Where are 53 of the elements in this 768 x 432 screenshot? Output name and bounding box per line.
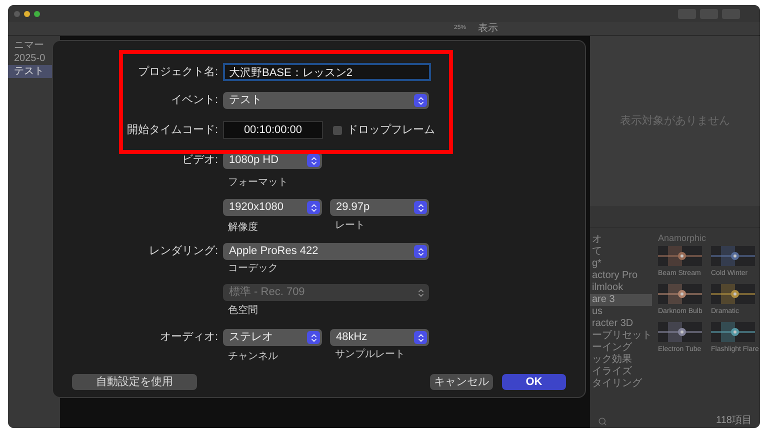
popup-button[interactable]: 48kHz: [330, 329, 429, 346]
stepper-icon: [307, 201, 320, 214]
category-item[interactable]: are 3: [590, 294, 652, 306]
popup-button[interactable]: 1920x1080: [223, 199, 322, 216]
drop-frame-checkbox[interactable]: [333, 126, 342, 134]
field-label: プロジェクト名:: [138, 64, 218, 80]
category-item[interactable]: ック効果: [590, 354, 652, 366]
item-count: 118項目: [716, 415, 752, 427]
dialog-button[interactable]: OK: [502, 374, 566, 390]
category-item[interactable]: て: [590, 246, 652, 258]
category-item[interactable]: ーブリセット: [590, 330, 652, 342]
dialog-button[interactable]: キャンセル: [430, 374, 493, 390]
field-label: レンダリング:: [148, 244, 218, 260]
field-caption: 色空間: [228, 305, 258, 317]
close-window-icon[interactable]: [14, 10, 20, 16]
stepper-icon: [414, 94, 427, 107]
category-item[interactable]: actory Pro: [590, 270, 652, 282]
section-heading: Anamorphic: [658, 232, 708, 244]
popup-button[interactable]: Apple ProRes 422: [223, 243, 429, 260]
field-label: オーディオ:: [160, 330, 218, 346]
drop-frame-label: ドロップフレーム: [347, 122, 435, 138]
stepper-icon: [414, 331, 427, 344]
field-caption: サンプルレート: [335, 349, 405, 361]
field-caption: レート: [335, 220, 365, 232]
project-name-field[interactable]: 大沢野BASE：レッスン2: [223, 63, 431, 81]
category-item[interactable]: us: [590, 306, 652, 318]
search-icon[interactable]: [598, 416, 607, 426]
timecode-field[interactable]: 00:10:00:00: [223, 121, 323, 139]
category-item[interactable]: オ: [590, 234, 652, 246]
popup-button[interactable]: 29.97p: [330, 199, 429, 216]
category-item[interactable]: ーイング: [590, 342, 652, 354]
field-caption: フォーマット: [228, 177, 288, 189]
field-caption: コーデック: [228, 263, 278, 275]
category-item[interactable]: g*: [590, 258, 652, 270]
category-item[interactable]: racter 3D: [590, 318, 652, 330]
dialog-button[interactable]: 自動設定を使用: [72, 374, 197, 390]
stepper-icon: [414, 245, 427, 258]
stepper-icon: [414, 201, 427, 214]
stepper-icon: [307, 154, 320, 167]
category-item[interactable]: タイリング: [590, 378, 652, 390]
field-caption: 解像度: [228, 222, 258, 233]
field-label: イベント:: [170, 93, 218, 108]
field-label: 開始タイムコード:: [126, 122, 218, 138]
minimize-window-icon[interactable]: [24, 10, 30, 16]
stepper-icon: [307, 331, 320, 344]
category-item[interactable]: イライズ: [590, 366, 652, 378]
popup-button[interactable]: ステレオ: [223, 329, 322, 346]
field-label: ビデオ:: [182, 153, 218, 168]
popup-button[interactable]: テスト: [223, 92, 429, 109]
zoom-window-icon[interactable]: [34, 10, 40, 16]
category-item[interactable]: ilmlook: [590, 282, 652, 294]
view-menu[interactable]: 表示: [478, 22, 498, 34]
field-caption: チャンネル: [228, 351, 278, 362]
